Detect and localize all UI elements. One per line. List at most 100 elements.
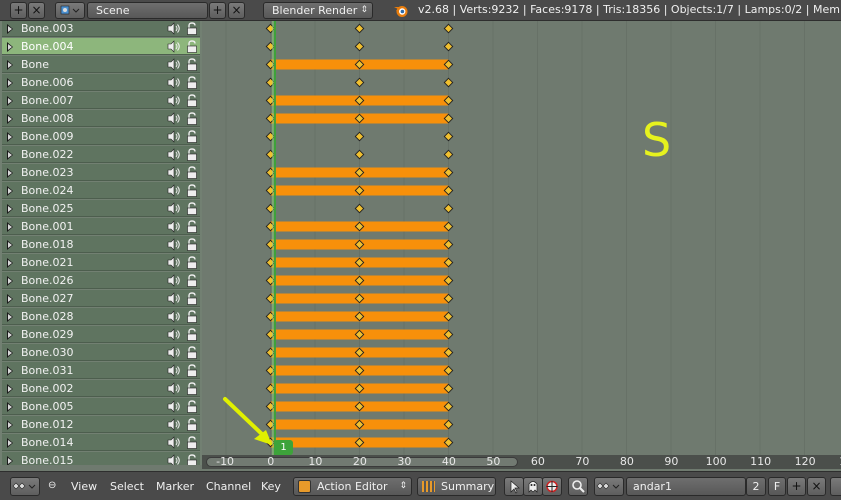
collapse-menu-icon[interactable]: ⊖: [48, 480, 56, 491]
lock-icon[interactable]: [186, 220, 198, 233]
snap-dropdown-icon[interactable]: [830, 477, 841, 496]
lock-icon[interactable]: [186, 22, 198, 35]
speaker-mute-icon[interactable]: [167, 94, 181, 107]
keyframe-diamond[interactable]: [443, 23, 454, 34]
keyframe-diamond[interactable]: [443, 77, 454, 88]
channel-row[interactable]: Bone.009: [2, 128, 200, 145]
speaker-mute-icon[interactable]: [167, 166, 181, 179]
lock-icon[interactable]: [186, 292, 198, 305]
speaker-mute-icon[interactable]: [167, 40, 181, 53]
close-icon[interactable]: ×: [28, 2, 45, 19]
expand-triangle-icon[interactable]: [7, 348, 13, 358]
keyframe-diamond[interactable]: [354, 203, 365, 214]
speaker-mute-icon[interactable]: [167, 346, 181, 359]
lock-icon[interactable]: [186, 238, 198, 251]
speaker-mute-icon[interactable]: [167, 274, 181, 287]
channel-row[interactable]: Bone.021: [2, 254, 200, 271]
channel-row[interactable]: Bone.023: [2, 164, 200, 181]
expand-triangle-icon[interactable]: [7, 60, 13, 70]
speaker-mute-icon[interactable]: [167, 454, 181, 465]
lock-icon[interactable]: [186, 166, 198, 179]
lock-icon[interactable]: [186, 130, 198, 143]
channel-row[interactable]: Bone.001: [2, 218, 200, 235]
keyframe-diamond[interactable]: [443, 203, 454, 214]
menu-marker[interactable]: Marker: [156, 480, 194, 493]
menu-view[interactable]: View: [71, 480, 97, 493]
lock-icon[interactable]: [186, 274, 198, 287]
expand-triangle-icon[interactable]: [7, 222, 13, 232]
menu-channel[interactable]: Channel: [206, 480, 251, 493]
channel-row[interactable]: Bone.022: [2, 146, 200, 163]
lock-icon[interactable]: [186, 148, 198, 161]
speaker-mute-icon[interactable]: [167, 22, 181, 35]
channel-row[interactable]: Bone.018: [2, 236, 200, 253]
action-name-field[interactable]: andar1: [626, 477, 746, 496]
keyframe-diamond[interactable]: [354, 131, 365, 142]
channel-row[interactable]: Bone: [2, 56, 200, 73]
expand-triangle-icon[interactable]: [7, 330, 13, 340]
channel-row[interactable]: Bone.008: [2, 110, 200, 127]
channel-row[interactable]: Bone.026: [2, 272, 200, 289]
expand-triangle-icon[interactable]: [7, 186, 13, 196]
speaker-mute-icon[interactable]: [167, 184, 181, 197]
lock-icon[interactable]: [186, 310, 198, 323]
channel-row[interactable]: Bone.030: [2, 344, 200, 361]
expand-triangle-icon[interactable]: [7, 456, 13, 465]
menu-key[interactable]: Key: [261, 480, 281, 493]
expand-triangle-icon[interactable]: [7, 204, 13, 214]
expand-triangle-icon[interactable]: [7, 114, 13, 124]
channel-row[interactable]: Bone.006: [2, 74, 200, 91]
speaker-mute-icon[interactable]: [167, 400, 181, 413]
speaker-mute-icon[interactable]: [167, 238, 181, 251]
search-icon[interactable]: [568, 477, 588, 496]
expand-triangle-icon[interactable]: [7, 438, 13, 448]
expand-triangle-icon[interactable]: [7, 42, 13, 52]
lock-icon[interactable]: [186, 436, 198, 449]
scene-name-field[interactable]: Scene: [87, 2, 208, 19]
channel-row[interactable]: Bone.003: [2, 21, 200, 37]
frame-ruler[interactable]: -100102030405060708090100110120130: [202, 455, 841, 469]
channel-row[interactable]: Bone.007: [2, 92, 200, 109]
channel-row[interactable]: Bone.002: [2, 380, 200, 397]
speaker-mute-icon[interactable]: [167, 130, 181, 143]
expand-triangle-icon[interactable]: [7, 384, 13, 394]
lock-icon[interactable]: [186, 382, 198, 395]
lock-icon[interactable]: [186, 184, 198, 197]
speaker-mute-icon[interactable]: [167, 418, 181, 431]
current-frame-badge[interactable]: 1: [274, 440, 293, 455]
expand-triangle-icon[interactable]: [7, 150, 13, 160]
lock-icon[interactable]: [186, 202, 198, 215]
channel-row[interactable]: Bone.005: [2, 398, 200, 415]
expand-triangle-icon[interactable]: [7, 132, 13, 142]
lock-icon[interactable]: [186, 256, 198, 269]
render-engine-dropdown[interactable]: Blender Render ⇕: [263, 2, 373, 19]
add-icon[interactable]: +: [10, 2, 27, 19]
delete-scene-icon[interactable]: ×: [228, 2, 245, 19]
speaker-mute-icon[interactable]: [167, 292, 181, 305]
keyframe-diamond[interactable]: [443, 131, 454, 142]
expand-triangle-icon[interactable]: [7, 402, 13, 412]
keyframe-diamond[interactable]: [354, 23, 365, 34]
speaker-mute-icon[interactable]: [167, 202, 181, 215]
speaker-mute-icon[interactable]: [167, 382, 181, 395]
lock-icon[interactable]: [186, 418, 198, 431]
expand-triangle-icon[interactable]: [7, 78, 13, 88]
expand-triangle-icon[interactable]: [7, 96, 13, 106]
only-selected-icon[interactable]: [504, 477, 524, 496]
lock-icon[interactable]: [186, 328, 198, 341]
speaker-mute-icon[interactable]: [167, 436, 181, 449]
lock-icon[interactable]: [186, 112, 198, 125]
lock-icon[interactable]: [186, 76, 198, 89]
menu-select[interactable]: Select: [110, 480, 144, 493]
expand-triangle-icon[interactable]: [7, 240, 13, 250]
keyframe-canvas[interactable]: [202, 21, 841, 455]
speaker-mute-icon[interactable]: [167, 148, 181, 161]
speaker-mute-icon[interactable]: [167, 76, 181, 89]
channel-row[interactable]: Bone.004: [2, 38, 200, 55]
keyframe-diamond[interactable]: [443, 41, 454, 52]
lock-icon[interactable]: [186, 346, 198, 359]
keyframe-diamond[interactable]: [354, 77, 365, 88]
lock-icon[interactable]: [186, 400, 198, 413]
speaker-mute-icon[interactable]: [167, 310, 181, 323]
expand-triangle-icon[interactable]: [7, 420, 13, 430]
